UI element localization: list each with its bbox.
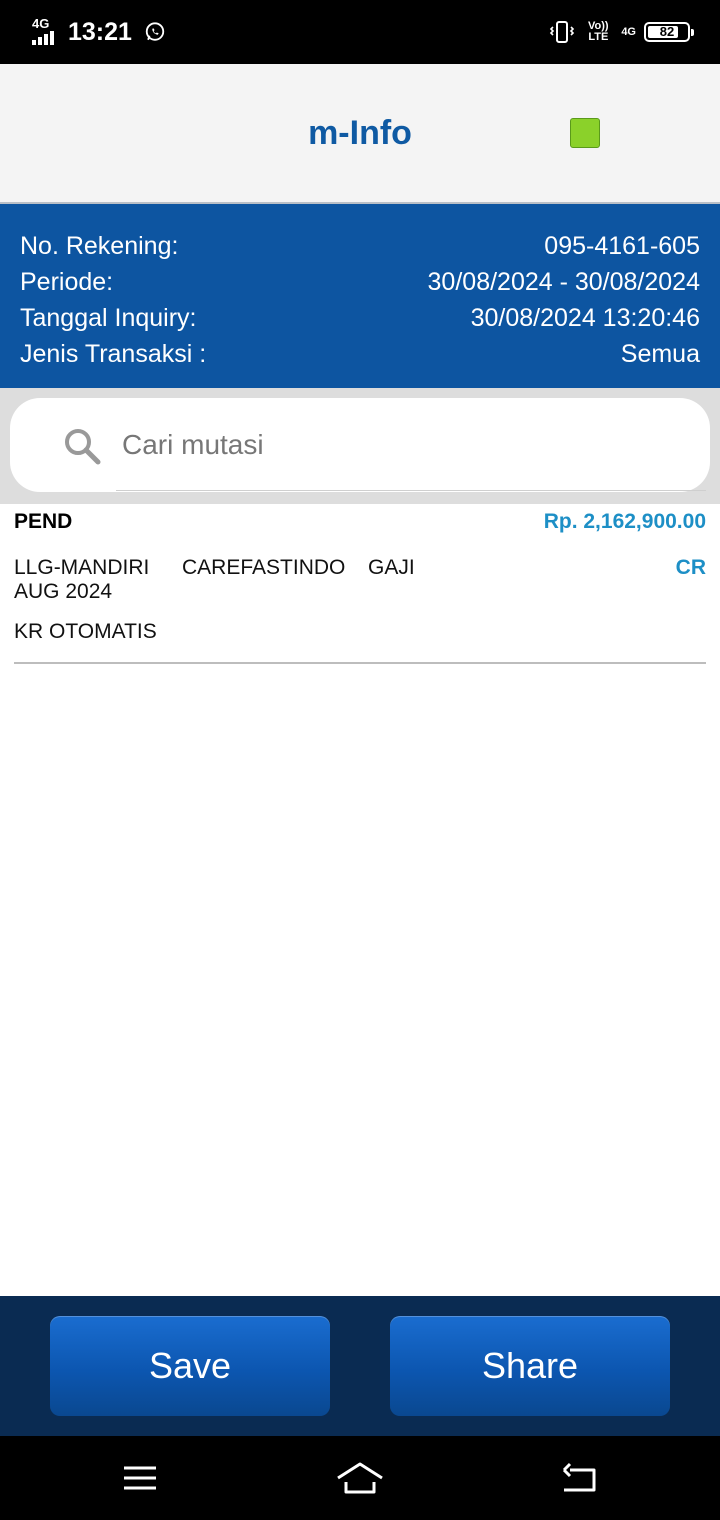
share-button[interactable]: Share: [390, 1316, 670, 1416]
info-row-account: No. Rekening: 095-4161-605: [20, 228, 700, 264]
search-underline: [116, 490, 706, 491]
battery-icon: 82: [644, 22, 694, 42]
transaction-type-badge: CR: [675, 556, 706, 579]
description-part: GAJI: [368, 556, 415, 579]
account-info-panel: No. Rekening: 095-4161-605 Periode: 30/0…: [0, 204, 720, 388]
search-input[interactable]: [120, 422, 684, 468]
info-row-period: Periode: 30/08/2024 - 30/08/2024: [20, 264, 700, 300]
transaction-description-line3: KR OTOMATIS: [14, 620, 157, 643]
search-box[interactable]: [10, 398, 710, 492]
info-label: Jenis Transaksi :: [20, 339, 207, 368]
volte-indicator: Vo)) LTE: [588, 20, 609, 43]
description-part: LLG-MANDIRI: [14, 556, 150, 579]
info-value: Semua: [620, 339, 700, 368]
search-area: [0, 388, 720, 504]
vibrate-icon: [550, 21, 575, 43]
battery-level: 82: [659, 24, 675, 39]
save-button[interactable]: Save: [50, 1316, 330, 1416]
app-header: m-Info: [0, 64, 720, 204]
info-value: 095-4161-605: [544, 231, 700, 260]
whatsapp-icon: [145, 22, 165, 41]
status-bar: 4G 13:21 Vo)) LTE 4G 82: [0, 0, 720, 64]
menu-icon[interactable]: [120, 1458, 160, 1498]
info-value: 30/08/2024 - 30/08/2024: [427, 267, 700, 296]
action-bar: Save Share: [0, 1296, 720, 1436]
info-label: Periode:: [20, 267, 114, 296]
page-title: m-Info: [308, 114, 412, 152]
info-row-transaction-type: Jenis Transaksi : Semua: [20, 336, 700, 372]
back-icon[interactable]: [560, 1458, 600, 1498]
info-label: Tanggal Inquiry:: [20, 303, 197, 332]
info-row-inquiry-date: Tanggal Inquiry: 30/08/2024 13:20:46: [20, 300, 700, 336]
transaction-description-line2: AUG 2024: [14, 580, 113, 603]
network-type-right: 4G: [621, 25, 636, 38]
transaction-status: PEND: [14, 510, 73, 533]
network-type: 4G: [32, 16, 50, 31]
search-icon: [65, 429, 101, 465]
status-time: 13:21: [68, 17, 132, 46]
list-item[interactable]: PEND Rp. 2,162,900.00 LLG-MANDIRI CAREFAS…: [14, 504, 706, 664]
info-label: No. Rekening:: [20, 231, 179, 260]
transaction-amount: Rp. 2,162,900.00: [543, 510, 706, 533]
status-indicator: [570, 118, 600, 148]
transaction-description: LLG-MANDIRI CAREFASTINDO GAJI: [14, 556, 415, 580]
home-icon[interactable]: [336, 1458, 384, 1498]
navigation-bar: [0, 1436, 720, 1520]
description-part: CAREFASTINDO: [182, 556, 346, 579]
signal-icon: 4G: [30, 17, 62, 47]
info-value: 30/08/2024 13:20:46: [470, 303, 700, 332]
